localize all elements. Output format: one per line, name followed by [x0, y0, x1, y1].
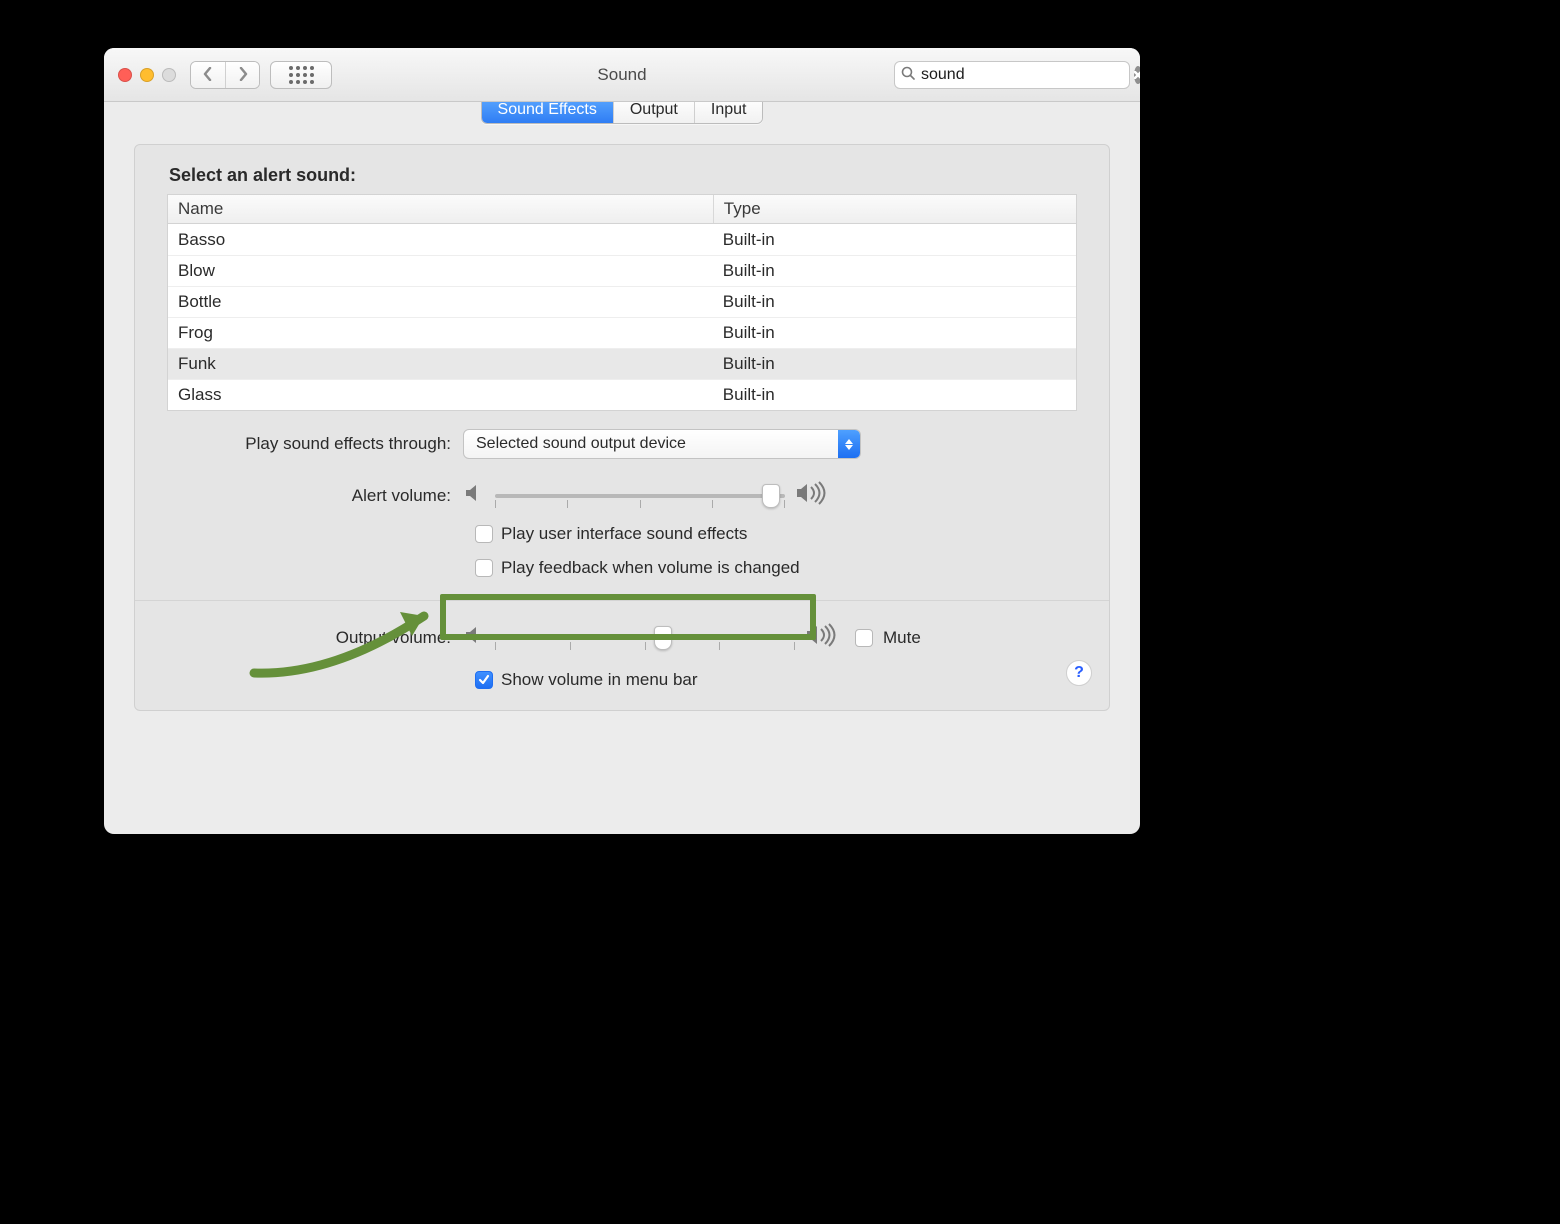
clear-search-button[interactable] — [1134, 66, 1140, 84]
speaker-high-icon — [805, 623, 839, 652]
output-volume-label: Output volume: — [167, 628, 463, 648]
play-through-label: Play sound effects through: — [167, 434, 463, 454]
divider — [135, 600, 1109, 601]
volume-feedback-row[interactable]: Play feedback when volume is changed — [475, 558, 1077, 578]
alert-sound-name: Frog — [168, 320, 713, 346]
forward-button[interactable] — [225, 62, 259, 89]
alert-volume-slider[interactable] — [495, 494, 785, 498]
sound-preferences-window: Sound Sound Effects Output Input Select … — [104, 48, 1140, 834]
search-icon — [901, 65, 915, 85]
volume-feedback-label: Play feedback when volume is changed — [501, 558, 800, 578]
ui-sound-effects-label: Play user interface sound effects — [501, 524, 747, 544]
table-header: Name Type — [168, 195, 1076, 224]
minimize-window-button[interactable] — [140, 68, 154, 82]
show-volume-menu-row[interactable]: Show volume in menu bar — [475, 670, 1077, 690]
alert-sound-type: Built-in — [713, 227, 1076, 253]
sound-effects-panel: Select an alert sound: Name Type BassoBu… — [134, 144, 1110, 711]
mute-label: Mute — [883, 628, 921, 648]
zoom-window-button[interactable] — [162, 68, 176, 82]
volume-feedback-checkbox[interactable] — [475, 559, 493, 577]
alert-sound-row[interactable]: GlassBuilt-in — [168, 379, 1076, 410]
nav-back-forward-group — [190, 61, 260, 89]
ui-sound-effects-checkbox[interactable] — [475, 525, 493, 543]
search-input[interactable] — [921, 66, 1128, 84]
close-window-button[interactable] — [118, 68, 132, 82]
chevron-up-down-icon — [838, 430, 860, 458]
speaker-high-icon — [795, 481, 829, 510]
alert-sound-row[interactable]: BlowBuilt-in — [168, 255, 1076, 286]
show-volume-menu-checkbox[interactable] — [475, 671, 493, 689]
alert-sound-row[interactable]: BassoBuilt-in — [168, 224, 1076, 255]
ui-sound-effects-row[interactable]: Play user interface sound effects — [475, 524, 1077, 544]
alert-sound-type: Built-in — [713, 258, 1076, 284]
show-all-button[interactable] — [270, 61, 332, 89]
column-header-type[interactable]: Type — [713, 195, 1076, 223]
alert-sound-type: Built-in — [713, 382, 1076, 408]
alert-volume-thumb[interactable] — [762, 484, 780, 508]
alert-sound-name: Bottle — [168, 289, 713, 315]
alert-sound-name: Funk — [168, 351, 713, 377]
alert-sound-row[interactable]: FrogBuilt-in — [168, 317, 1076, 348]
alert-sound-type: Built-in — [713, 351, 1076, 377]
alert-sound-type: Built-in — [713, 320, 1076, 346]
alert-sounds-table: Name Type BassoBuilt-inBlowBuilt-inBottl… — [167, 194, 1077, 411]
back-button[interactable] — [191, 62, 225, 89]
content-area: Sound Effects Output Input Select an ale… — [104, 102, 1140, 741]
show-volume-menu-label: Show volume in menu bar — [501, 670, 698, 690]
mute-checkbox[interactable] — [855, 629, 873, 647]
search-field[interactable] — [894, 61, 1130, 89]
play-through-value: Selected sound output device — [476, 435, 686, 453]
traffic-lights — [118, 68, 176, 82]
help-button[interactable]: ? — [1066, 660, 1092, 686]
alert-sound-name: Blow — [168, 258, 713, 284]
window-toolbar: Sound — [104, 48, 1140, 102]
alert-volume-label: Alert volume: — [167, 486, 463, 506]
speaker-low-icon — [463, 624, 485, 651]
alert-sound-row[interactable]: FunkBuilt-in — [168, 348, 1076, 379]
chevron-right-icon — [237, 66, 249, 86]
alert-sound-row[interactable]: BottleBuilt-in — [168, 286, 1076, 317]
alert-sound-name: Glass — [168, 382, 713, 408]
alert-sound-heading: Select an alert sound: — [169, 165, 1077, 186]
play-through-select[interactable]: Selected sound output device — [463, 429, 861, 459]
alert-sound-type: Built-in — [713, 289, 1076, 315]
grid-icon — [289, 66, 314, 84]
output-volume-slider[interactable] — [495, 636, 795, 640]
column-header-name[interactable]: Name — [168, 195, 713, 223]
output-volume-thumb[interactable] — [654, 626, 672, 650]
alert-sound-name: Basso — [168, 227, 713, 253]
chevron-left-icon — [202, 66, 214, 86]
speaker-low-icon — [463, 482, 485, 509]
